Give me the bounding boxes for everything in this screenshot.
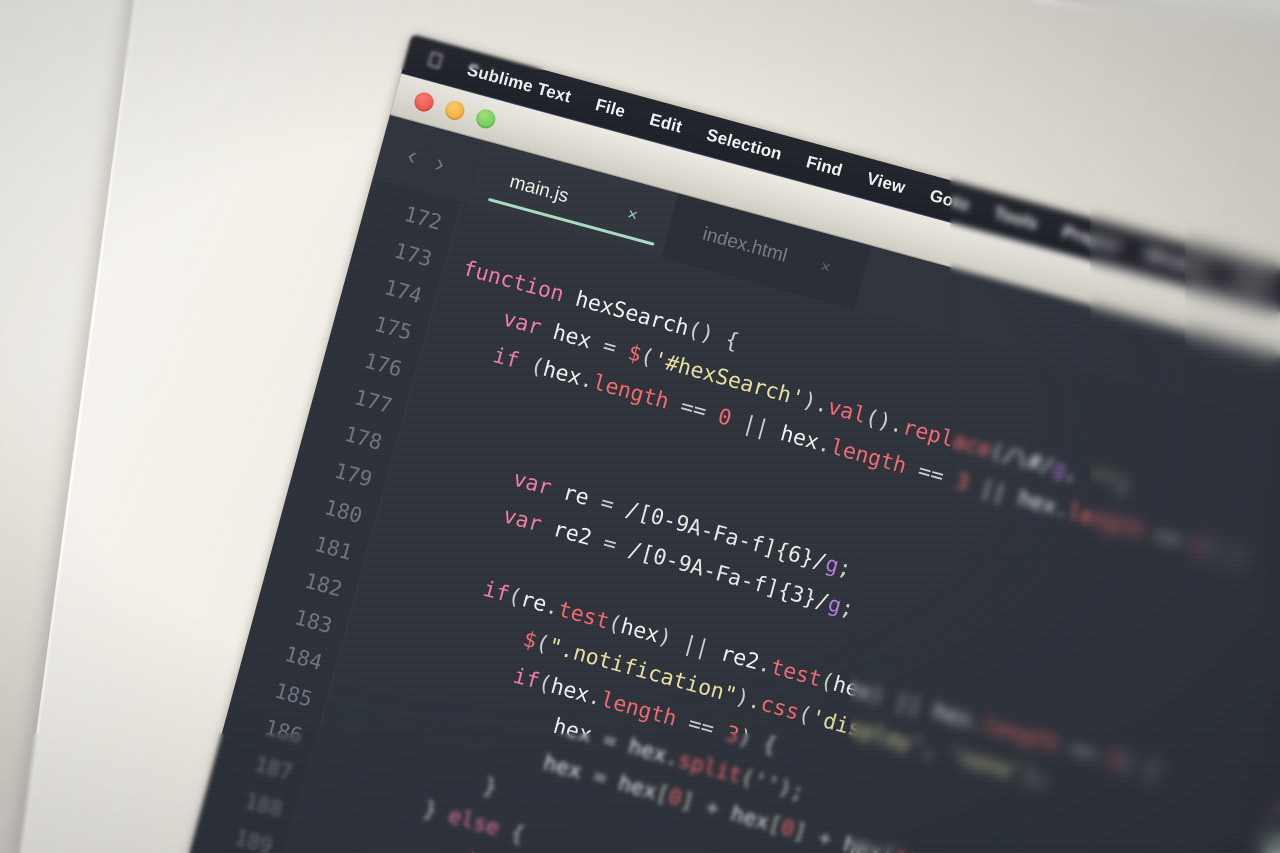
close-icon[interactable]: × <box>818 257 833 279</box>
apple-logo-icon[interactable]:  <box>425 48 445 73</box>
menu-item-edit[interactable]: Edit <box>647 110 685 138</box>
menu-item-find[interactable]: Find <box>804 152 844 181</box>
menu-item-file[interactable]: File <box>593 95 627 122</box>
menu-item-tools[interactable]: Tools <box>992 203 1040 234</box>
photo-scene:  Sublime Text File Edit Selection Find … <box>0 0 1280 853</box>
minimize-button[interactable] <box>443 98 467 122</box>
menu-item-view[interactable]: View <box>864 169 908 199</box>
chevron-left-icon[interactable]: ‹ <box>404 139 420 171</box>
menu-item-goto[interactable]: Goto <box>927 186 972 216</box>
menu-item-window[interactable]: Window <box>1142 244 1211 281</box>
chevron-right-icon[interactable]: › <box>432 147 448 179</box>
close-icon[interactable]: × <box>625 204 640 226</box>
minimap-line <box>1262 844 1280 853</box>
laptop-screen:  Sublime Text File Edit Selection Find … <box>117 33 1280 853</box>
zoom-button[interactable] <box>474 106 498 130</box>
laptop-body:  Sublime Text File Edit Selection Find … <box>0 0 1280 853</box>
tab-nav-arrows: ‹ › <box>377 132 481 188</box>
screen-bezel:  Sublime Text File Edit Selection Find … <box>113 33 1280 853</box>
close-button[interactable] <box>412 89 436 114</box>
menu-item-project[interactable]: Project <box>1060 222 1122 257</box>
tab-label: index.html <box>700 223 790 267</box>
tab-label: main.js <box>507 171 571 208</box>
menu-item-help[interactable]: Help <box>1231 268 1272 297</box>
